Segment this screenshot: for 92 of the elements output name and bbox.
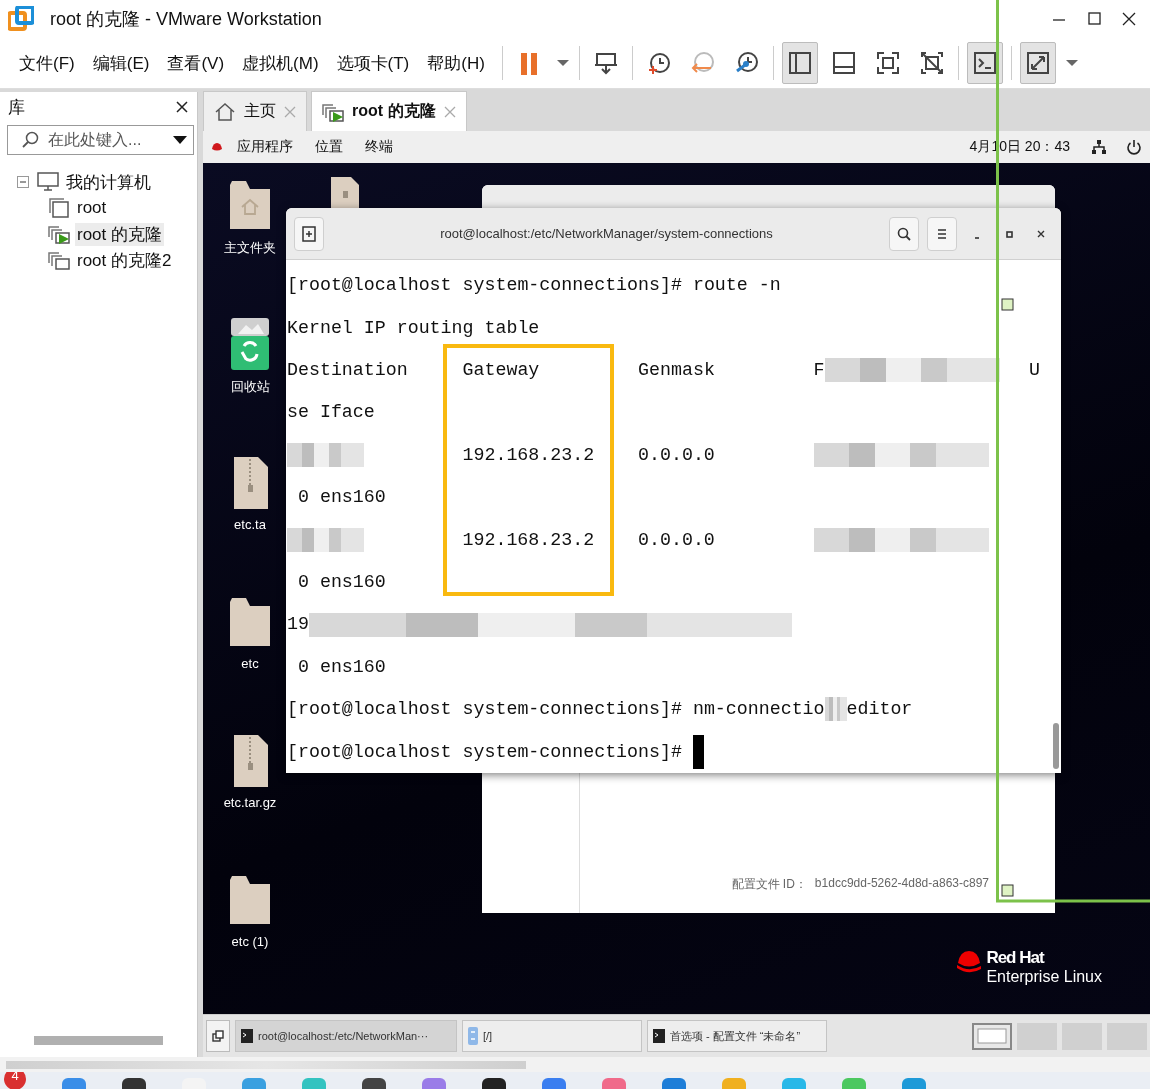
- logo-text: Red Hat: [986, 948, 1046, 968]
- tree-item[interactable]: root 的克隆: [75, 222, 165, 246]
- collapse-icon[interactable]: [17, 176, 29, 188]
- tree-item[interactable]: root: [75, 198, 109, 218]
- caret-icon: [1065, 60, 1078, 66]
- taskbar-item[interactable]: [/]: [462, 1020, 642, 1052]
- terminal-line: se Iface: [287, 401, 375, 425]
- scrollbar-thumb[interactable]: [34, 1036, 163, 1045]
- computer-icon: [37, 171, 59, 193]
- terminal-line: 192.168.23.2 0.0.0.0: [461, 443, 716, 467]
- close-icon[interactable]: [175, 100, 189, 114]
- monitor-arrow-icon: [593, 51, 618, 75]
- taskbar-item[interactable]: root@localhost:/etc/NetworkMan···: [235, 1020, 457, 1052]
- icon-label[interactable]: etc.tar.gz: [223, 795, 277, 810]
- terminal-icon: [241, 1029, 253, 1043]
- terminal-line: Kernel IP routing table: [287, 316, 540, 340]
- window-title: root@localhost:/etc/NetworkManager/system-connections: [439, 226, 774, 242]
- taskbar-item[interactable]: 首选项 - 配置文件 “未命名”: [647, 1020, 827, 1052]
- caret-icon: [173, 135, 187, 145]
- stretch-icon: [1025, 51, 1050, 75]
- panel-title: 库: [8, 96, 25, 119]
- vm-icon: [48, 249, 70, 271]
- terminal-line: 0 ens160: [296, 486, 386, 510]
- menu-icon: [936, 227, 948, 240]
- icon-label[interactable]: etc.ta: [234, 517, 266, 532]
- menu-button[interactable]: [927, 216, 957, 251]
- app-logo-icon: [8, 6, 34, 32]
- terminal-line: editor: [846, 698, 913, 722]
- menu-item[interactable]: 文件(F): [10, 47, 84, 79]
- menu-item[interactable]: 查看(V): [158, 47, 234, 79]
- console-icon: [972, 51, 997, 75]
- tree-item[interactable]: root 的克隆2: [75, 248, 174, 272]
- new-tab-button[interactable]: [294, 216, 324, 251]
- panel-view-icon: [831, 51, 856, 75]
- unity-icon: [919, 51, 944, 75]
- terminal-line: 0 ens160: [296, 655, 386, 679]
- terminal-line: [root@localhost system-connections]# route -n: [287, 274, 781, 298]
- profile-id: b1dcc9dd-5262-4d8d-a863-c897: [814, 876, 989, 892]
- new-tab-icon: [302, 225, 316, 242]
- hat-icon: [211, 141, 223, 153]
- vm-icon: [48, 223, 70, 245]
- tree-item[interactable]: 我的计算机: [64, 170, 153, 194]
- menu-item[interactable]: 帮助(H): [418, 47, 494, 79]
- terminal-line: [root@localhost system-connections]# nm-connectio: [287, 698, 825, 722]
- terminal-line: 0 ens160: [296, 571, 386, 595]
- window-preview-icon: [977, 1028, 1007, 1044]
- tab[interactable]: root 的克隆: [311, 91, 467, 131]
- search-icon: [897, 226, 911, 241]
- show-desktop-button[interactable]: [206, 1020, 230, 1052]
- terminal-line: U: [1029, 359, 1040, 383]
- icon-label[interactable]: 主文件夹: [224, 239, 276, 257]
- search-icon: [22, 131, 40, 149]
- menu-item[interactable]: 虚拟机(M): [233, 47, 328, 79]
- terminal-line: Destination Gateway Genmask F: [287, 359, 825, 383]
- scrollbar-thumb[interactable]: [1053, 723, 1059, 769]
- trash-icon[interactable]: [228, 316, 272, 372]
- icon-label[interactable]: 回收站: [230, 378, 270, 396]
- terminal-line: 192.168.23.2 0.0.0.0: [461, 528, 716, 552]
- blurred-text: [824, 697, 847, 722]
- sidebar-view-icon: [787, 51, 812, 75]
- hat-icon: [956, 948, 983, 974]
- logo-subtitle: Enterprise Linux: [986, 968, 1102, 986]
- terminal-icon: [653, 1029, 665, 1043]
- menu-item[interactable]: 选项卡(T): [327, 47, 419, 79]
- power-icon[interactable]: [1126, 139, 1142, 155]
- terminal-line: [root@localhost system-connections]#: [287, 740, 683, 764]
- window-title: root 的克隆 - VMware Workstation: [50, 8, 323, 31]
- caret-icon: [556, 60, 569, 66]
- workspace-button[interactable]: [972, 1022, 1012, 1050]
- search-button[interactable]: [889, 216, 919, 251]
- toolbar-button[interactable]: [1019, 42, 1056, 84]
- close-icon[interactable]: [1036, 228, 1046, 239]
- icon-label[interactable]: etc (1): [231, 934, 269, 949]
- clock-wrench-icon: [734, 51, 759, 75]
- icon-label[interactable]: etc: [241, 656, 259, 671]
- menu-item[interactable]: 编辑(E): [83, 47, 159, 79]
- menu-item[interactable]: 位置: [307, 138, 351, 156]
- cabinet-icon: [468, 1027, 478, 1045]
- terminal-line: 19: [287, 613, 309, 637]
- field-label: 配置文件 ID：: [731, 876, 807, 893]
- fullscreen-icon: [875, 51, 900, 75]
- network-icon[interactable]: [1092, 139, 1106, 155]
- clock-plus-icon: [646, 51, 671, 75]
- menu-item[interactable]: 终端: [357, 138, 401, 156]
- tab[interactable]: 主页: [203, 91, 307, 131]
- home-icon: [214, 100, 236, 123]
- search-field[interactable]: 在此处键入...: [7, 125, 194, 155]
- windows-icon: [212, 1030, 224, 1042]
- vm-icon: [48, 197, 70, 219]
- maximize-icon[interactable]: [1004, 228, 1014, 239]
- menu-item[interactable]: 应用程序: [229, 138, 301, 156]
- toolbar-button[interactable]: [781, 42, 818, 84]
